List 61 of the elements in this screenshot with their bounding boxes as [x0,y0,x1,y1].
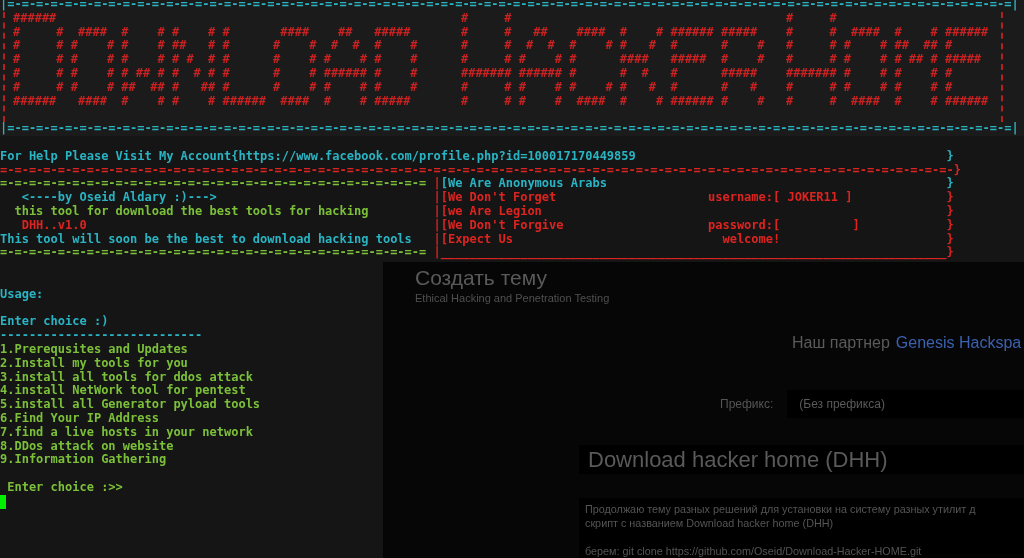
page-subtitle: Ethical Hacking and Penetration Testing [415,292,610,304]
menu-option: 6.Find Your IP Address [0,411,159,426]
menu-option: 3.install all tools for ddos attack [0,370,253,385]
editor-text-line: Продолжаю тему разных решений для установки на систему разных утилит д [585,502,976,516]
field-text: welcome! [722,231,781,246]
brace-text: } [946,177,954,191]
slogan-text: [We Are Anonymous Arabs [440,177,608,191]
ascii-banner-line: # # #### # # # # # #### ## ##### # # ## #### # # ###### ##### # # #### # # ###### [13,25,989,40]
editor-text-line: скрипт с названием Download hacker home (DHH) [585,516,834,530]
dashed-rule: =-=-=-=-=-=-=-=-=-=-=-=-=-=-=-=-=-=-=-=-=-=-=-=-=-=-=-=-=-= [0,246,427,261]
help-text: For Help Please Visit My Account{https://www.facebook.com/profile.php?id=100017170449859 [0,149,636,164]
intro-text: this tool for download the best tools for hacking [13,204,369,219]
bar-text: | [433,191,441,205]
topic-title-field[interactable]: Download hacker home (DHH) [579,445,1024,474]
field-text: username:[ JOKER11 ] [708,190,853,205]
slogan-text: [we Are Legion [440,204,542,218]
page-title: Создать тему [415,266,547,290]
ascii-banner-line: ###### #### # # # # ###### #### # # ##### # # # # #### # # ###### # # # # #### # # ###### [13,94,989,109]
message-editor[interactable]: Продолжаю тему разных решений для установки на систему разных утилит д скрипт с названием Download hacker home (DHH) берем: git clone https://github.com/Oseid/Download-Hacker-HOME.git [579,498,1024,558]
bar-text: | [433,218,441,233]
intro-text: This tool will soon be the best to download hacking tools [0,232,412,247]
menu-option: 9.Information Gathering [0,453,167,468]
dashed-rule: ---------------------------- [0,329,203,343]
prefix-label: Префикс: [720,397,774,411]
editor-text-line: берем: git clone https://github.com/Oseid/Download-Hacker-HOME.git [585,544,922,558]
brace-text: } [946,218,954,233]
ascii-banner-line: # # # # ## ## # ## # # # # # # # # # # # # # # # # # # # # # # # # # [13,80,953,95]
dashed-rule: =-=-=-=-=-=-=-=-=-=-=-=-=-=-=-=-=-=-=-=-=-=-=-=-=-=-=-=-=-=-=-=-=-=-=-=-=-=-=-=-=-=-=-=-=-=-=-=-=-=-=-=-=-=-=-=-=-=-=-=-=-=-=-=-=-=-} [0,163,961,177]
field-text: password:[ ] [708,217,860,232]
brace-text: } [946,191,954,205]
prefix-select[interactable]: (Без префикса) [787,390,1024,418]
bar-text: | [433,177,441,192]
dashed-rule: |=-=-=-=-=-=-=-=-=-=-=-=-=-=-=-=-=-=-=-=-=-=-=-=-=-=-=-=-=-=-=-=-=-=-=-=-=-=-=-=-=-=-=-=-=-=-=-=-=-=-=-=-=-=-=-=-=-=-=-=-=-=-=-=-=-=-=-=-=-=| [0,122,1019,136]
usage-text: Usage: [0,287,44,302]
menu-option: 5.install all Generator pyload tools [0,398,261,412]
intro-text: DHH..v1.0 [20,218,87,233]
slogan-text: [We Don't Forgive [440,218,565,233]
intro-text: <----by Oseid Aldary :)---> [20,191,217,205]
ascii-banner-line: # # # # # ## # # # # # # # ###### # # ####### ###### # # # # ##### ####### # # # # # [13,67,953,81]
ascii-banner-line: ###### # # # # [13,11,837,26]
ascii-banner-line: # # # # # # # # # # # # # # # # # # # # # #### ##### # # # # # # # ## # ##### [13,53,982,67]
prompt-text: Enter choice :) [0,315,109,330]
brace-text: } [946,232,954,246]
menu-option: 7.find a live hosts in your network [0,425,253,440]
text-cursor [0,494,6,509]
menu-option: 1.Prerequsites and Updates [0,342,188,357]
menu-option: 4.install NetWork tool for pentest [0,384,246,399]
brace-text: } [946,204,954,219]
input-prompt: Enter choice :>> [6,480,123,495]
underline-text: |______________________________________________________________________} [433,246,954,261]
slogan-text: [We Don't Forget [440,191,558,205]
menu-option: 8.DDos attack on website [0,439,174,454]
brace-text: } [946,149,954,164]
dashed-rule: =-=-=-=-=-=-=-=-=-=-=-=-=-=-=-=-=-=-=-=-=-=-=-=-=-=-=-=-=-= [0,177,427,191]
partner-label: Наш партнер [792,334,890,352]
partner-link[interactable]: Genesis Hackspa [895,334,1022,352]
bar-text: | [433,204,441,219]
bar-text: | [433,232,441,247]
slogan-text: [Expect Us [440,232,514,246]
ascii-banner-line: # # # # # # ## # # # # # # # # # # # # # # # # # # # # # # # ## ## # [13,39,953,54]
menu-option: 2.Install my tools for you [0,356,188,371]
